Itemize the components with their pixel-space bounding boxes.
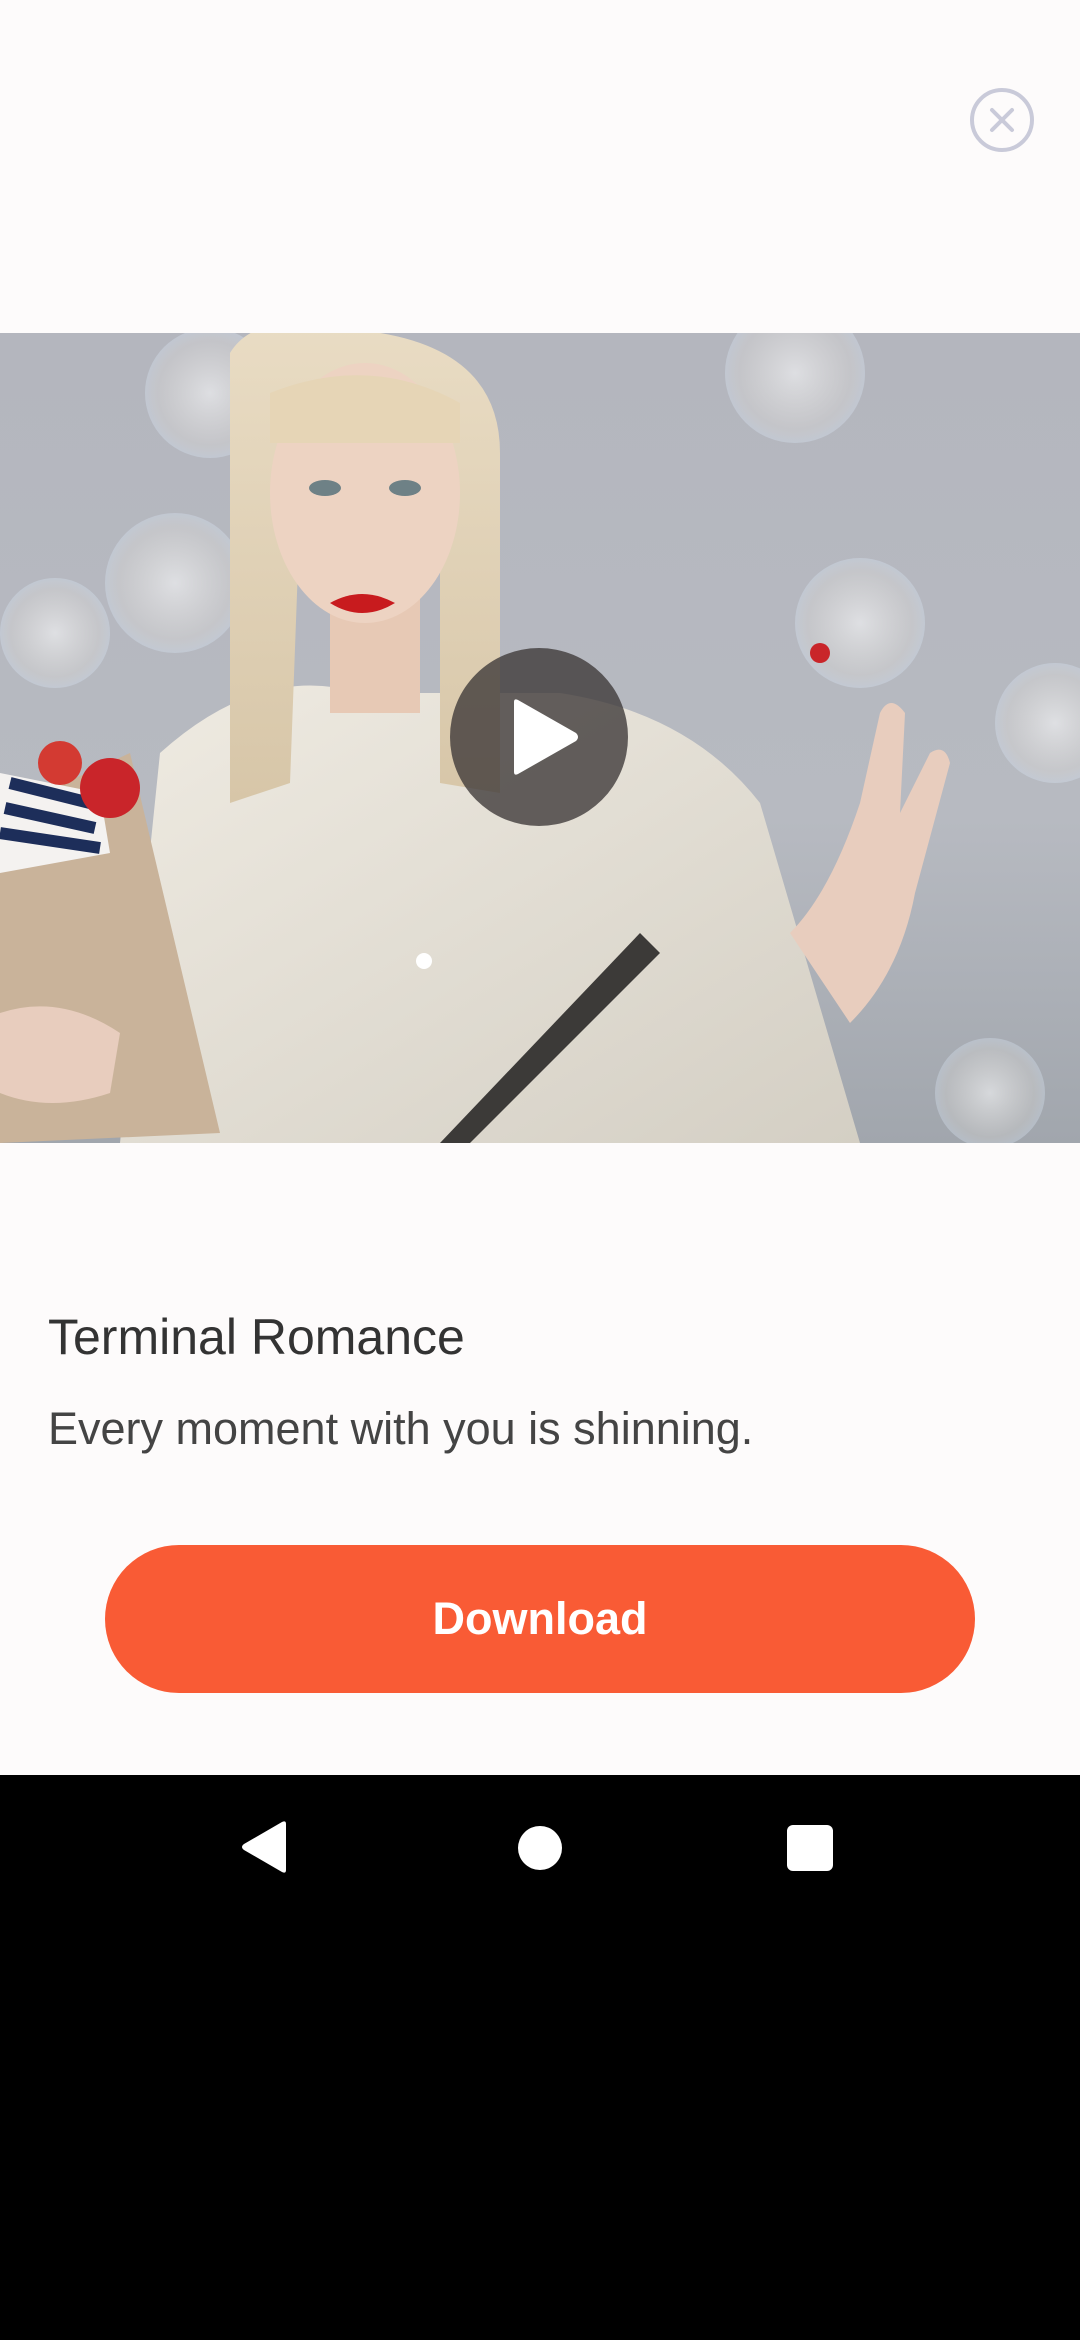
- ad-card: Terminal Romance Every moment with you i…: [0, 0, 1080, 1775]
- play-icon: [514, 699, 578, 775]
- ad-title: Terminal Romance: [48, 1309, 465, 1365]
- download-button[interactable]: Download: [105, 1545, 975, 1693]
- play-button[interactable]: [450, 648, 628, 826]
- video-player[interactable]: [0, 333, 1080, 1143]
- close-button[interactable]: [970, 88, 1034, 152]
- screen: Terminal Romance Every moment with you i…: [0, 0, 1080, 2340]
- close-icon: [990, 108, 1014, 132]
- home-circle-icon[interactable]: [518, 1826, 562, 1870]
- ad-subtitle: Every moment with you is shinning.: [48, 1403, 754, 1454]
- recents-square-icon[interactable]: [787, 1825, 833, 1871]
- system-navigation-bar: [0, 1775, 1080, 1920]
- back-triangle-icon[interactable]: [240, 1820, 288, 1874]
